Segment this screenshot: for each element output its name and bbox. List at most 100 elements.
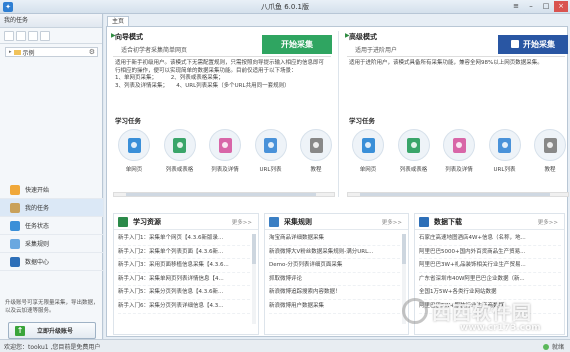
- vertical-scrollbar[interactable]: [402, 234, 406, 324]
- delete-icon[interactable]: [28, 31, 38, 41]
- guide-mode-description: 适用于新手初级用户。该模式下无需配置规则，只需按照向导提示输入相应的信息即可 行…: [115, 60, 333, 90]
- refresh-icon[interactable]: [40, 31, 50, 41]
- quick-start-icon: [10, 184, 20, 195]
- scroll-thumb[interactable]: [402, 234, 406, 264]
- more-link[interactable]: 更多>>: [538, 218, 558, 226]
- learning-resources-panel: 学习资源 更多>> 新手入门1：采集单个网页【4.3.6新版录... 新手入门2…: [113, 213, 259, 335]
- more-link[interactable]: 更多>>: [382, 218, 402, 226]
- guide-tasks: 单网页 列表或表格 列表及详情 URL列表 教程: [115, 129, 335, 181]
- task-url-list[interactable]: URL列表: [252, 129, 290, 181]
- url-list-icon: [264, 137, 277, 153]
- task-circle: [397, 129, 430, 161]
- maximize-icon[interactable]: □: [539, 1, 553, 12]
- upgrade-arrow-icon: ↑: [15, 325, 25, 336]
- nav-my-tasks[interactable]: 我的任务: [0, 199, 103, 217]
- list-item[interactable]: 全国1万5W+各类行业网站数据: [419, 286, 561, 300]
- nav-data-center[interactable]: 数据中心: [0, 253, 103, 271]
- divider: [347, 56, 565, 57]
- status-ready: 就绪: [542, 342, 564, 351]
- sidebar-nav: 快速开始 我的任务 任务状态 采集规则 数据中心: [0, 181, 103, 271]
- guide-mode-title: 向导模式: [115, 33, 143, 41]
- nav-task-status[interactable]: 任务状态: [0, 217, 103, 235]
- gear-icon[interactable]: ⚙: [89, 48, 95, 56]
- collection-rules-panel: 采集规则 更多>> 淘宝商品详细数据采集 新浪微博大V粉丝数据采集规则-满分UR…: [264, 213, 409, 335]
- upgrade-account-button[interactable]: ↑ 立即升级账号: [8, 322, 96, 339]
- main-area: 主页 ▶ 向导模式 适合初学者采集简单网页 开始采集 适用于新手初级用户。该模式…: [104, 14, 570, 339]
- expand-icon[interactable]: ▸: [9, 49, 12, 55]
- task-circle: [209, 129, 241, 161]
- url-list-icon: [498, 137, 511, 153]
- task-list-detail[interactable]: 列表及详情: [440, 129, 478, 181]
- task-single-page[interactable]: 单网页: [115, 129, 153, 181]
- advanced-start-button[interactable]: 开始采集: [498, 35, 568, 54]
- download-icon: [419, 216, 429, 227]
- desc-line: 行相应的操作，便可以实现简单的数据采集功能。目前仅适用于以下场景：: [115, 67, 297, 74]
- list-item[interactable]: Demo-分页列表详细页面采集: [269, 259, 405, 273]
- list-item[interactable]: 新手入门2：采集单个列表页面【4.3.6新...: [118, 246, 255, 260]
- folder-icon: [13, 49, 21, 55]
- more-link[interactable]: 更多>>: [232, 218, 252, 226]
- title-bar: ✦ 八爪鱼 6.0.1版 ≡ – □ ×: [0, 0, 570, 14]
- list-item[interactable]: 新手入门1：采集单个网页【4.3.6新版录...: [118, 232, 255, 246]
- tree-item-example[interactable]: ▸ 示例 ⚙: [5, 47, 98, 57]
- close-icon[interactable]: ×: [554, 1, 568, 12]
- horizontal-scrollbar[interactable]: [347, 192, 569, 197]
- list-item[interactable]: 新手入门4：采集单网页列表详情信息【4...: [118, 273, 255, 287]
- data-download-panel: 数据下载 更多>> 石家庄高速地图酒店4W+信息（名称，地... 阿里巴巴500…: [414, 213, 565, 335]
- horizontal-scrollbar[interactable]: [113, 192, 335, 197]
- task-list-table[interactable]: 列表或表格: [161, 129, 199, 181]
- lock-icon: [511, 40, 519, 48]
- list-item[interactable]: 抓取微博评论: [269, 273, 405, 287]
- nav-rules[interactable]: 采集规则: [0, 235, 103, 253]
- my-tasks-icon: [10, 202, 20, 213]
- new-task-icon[interactable]: [16, 31, 26, 41]
- list-item[interactable]: 新手入门3：采用页面移植信息采集【4.3.6...: [118, 259, 255, 273]
- task-circle: [534, 129, 566, 161]
- tab-bar: 主页: [104, 14, 570, 26]
- list-item[interactable]: 新浪微博追踪搜索内容数据！: [269, 286, 405, 300]
- nav-quick-start[interactable]: 快速开始: [0, 181, 103, 199]
- advanced-mode-subtitle: 适用于进阶用户: [355, 47, 398, 54]
- tab-home[interactable]: 主页: [107, 16, 129, 26]
- upgrade-note: 升级账号可享无限量采集，导出数据，以及云加速等服务。: [5, 300, 99, 314]
- menu-icon[interactable]: ≡: [509, 1, 523, 12]
- list-item[interactable]: 新浪微博大V粉丝数据采集规则-满分URL...: [269, 246, 405, 260]
- status-label: 就绪: [551, 344, 564, 351]
- book-icon: [309, 137, 323, 153]
- nav-label: 任务状态: [25, 223, 50, 230]
- list-item[interactable]: 新手入门6：采集分页列表详细信息【4.3...: [118, 300, 255, 314]
- task-single-page[interactable]: 单网页: [349, 129, 387, 181]
- panel-header: 采集规则 更多>>: [265, 214, 408, 230]
- rules-icon: [269, 216, 279, 227]
- list-item[interactable]: 新手入门5：采集分页列表信息【4.3.6新...: [118, 286, 255, 300]
- desc-line: 3、列表及详情采集； 4、URL列表采集（多个URL共用同一套规则）: [115, 82, 290, 89]
- minimize-icon[interactable]: –: [524, 1, 538, 12]
- list-item[interactable]: 广东省深圳市40W阿里巴巴企业数据（新...: [419, 273, 561, 287]
- scroll-thumb[interactable]: [252, 234, 256, 264]
- task-list-table[interactable]: 列表或表格: [395, 129, 433, 181]
- sidebar-header: 我的任务: [0, 14, 102, 28]
- scroll-thumb[interactable]: [360, 193, 550, 196]
- scroll-thumb[interactable]: [126, 193, 316, 196]
- list-item[interactable]: 阿里巴巴5000+国内外百货商品生产贸易...: [419, 246, 561, 260]
- list-item[interactable]: 淘宝商品详细数据采集: [269, 232, 405, 246]
- task-tutorial[interactable]: 教程: [531, 129, 569, 181]
- list-item[interactable]: 阿里巴巴3W+礼品装饰相关行业生产贸易...: [419, 259, 561, 273]
- welcome-text: 欢迎您：tooku1 ,您目前是免费用户: [4, 344, 101, 351]
- status-bar: 欢迎您：tooku1 ,您目前是免费用户 就绪: [0, 339, 570, 352]
- task-url-list[interactable]: URL列表: [486, 129, 524, 181]
- window-controls: ≡ – □ ×: [509, 1, 568, 12]
- book-icon: [543, 137, 557, 153]
- guide-start-button[interactable]: 开始采集: [262, 35, 332, 54]
- list-item[interactable]: 石家庄高速地图酒店4W+信息（名称，地...: [419, 232, 561, 246]
- new-folder-icon[interactable]: [4, 31, 14, 41]
- task-tutorial[interactable]: 教程: [297, 129, 335, 181]
- task-label: 教程: [310, 167, 322, 173]
- list-item[interactable]: 新浪微博用户数据采集: [269, 300, 405, 314]
- task-list-detail[interactable]: 列表及详情: [206, 129, 244, 181]
- advanced-mode-title: 高级模式: [349, 33, 377, 41]
- rules-icon: [10, 238, 20, 249]
- list-item[interactable]: 阿里巴巴5W+服装行业生产商数据: [419, 300, 561, 314]
- task-label: 列表及详情: [445, 167, 473, 173]
- vertical-scrollbar[interactable]: [252, 234, 256, 324]
